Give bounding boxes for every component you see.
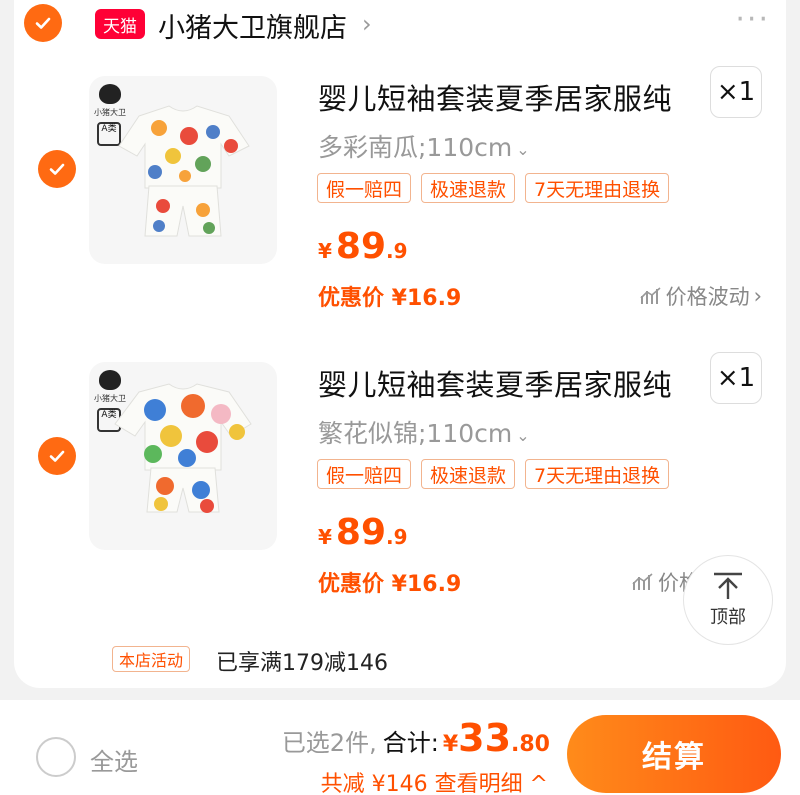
product-title[interactable]: 婴儿短袖套装夏季居家服纯	[318, 362, 672, 404]
product-title[interactable]: 婴儿短袖套装夏季居家服纯	[318, 76, 672, 118]
shop-select-checkbox[interactable]	[24, 4, 62, 42]
quantity-selector[interactable]: ×1	[710, 66, 762, 118]
checkout-button[interactable]: 结算	[567, 715, 781, 793]
service-tag: 假一赔四	[317, 459, 412, 489]
service-tag: 极速退款	[421, 173, 516, 203]
price-integer: 89	[335, 226, 387, 267]
back-to-top-button[interactable]: 顶部	[683, 555, 773, 645]
chevron-right-icon: ›	[753, 284, 762, 308]
discount-details-link[interactable]: 共减 ¥146 查看明细 ^	[321, 766, 548, 795]
promo-price: 优惠价 ¥16.9	[318, 572, 462, 597]
shop-activity-tag: 本店活动	[112, 646, 191, 672]
product-image[interactable]: 小猪大卫 A类	[89, 76, 277, 264]
checkmark-icon	[49, 163, 65, 175]
total-label: 合计:	[382, 729, 439, 757]
total-currency: ¥	[442, 732, 459, 757]
item-select-checkbox[interactable]	[38, 150, 76, 188]
baby-clothes-flower-illustration	[114, 383, 252, 513]
price-trend-icon	[632, 573, 653, 590]
shop-name[interactable]: 小猪大卫旗舰店	[158, 6, 347, 45]
checkmark-icon	[35, 17, 51, 29]
price-trend-icon	[640, 287, 661, 304]
price-trend-label: 价格波动	[665, 285, 750, 309]
back-to-top-label: 顶部	[710, 607, 746, 628]
total-decimal: .80	[511, 732, 550, 757]
sku-text: 繁花似锦;110cm	[318, 419, 513, 448]
shop-arrow-icon[interactable]: ›	[362, 10, 372, 38]
more-options-icon[interactable]: ···	[735, 2, 770, 37]
product-image[interactable]: 小猪大卫 A类	[89, 362, 277, 550]
select-all-label[interactable]: 全选	[90, 742, 138, 777]
price-integer: 89	[335, 512, 387, 553]
price-decimal: .9	[386, 239, 408, 263]
service-tags: 假一赔四 极速退款 7天无理由退换	[317, 459, 670, 489]
item-select-checkbox[interactable]	[38, 437, 76, 475]
price-currency: ¥	[318, 239, 332, 263]
service-tag: 7天无理由退换	[525, 459, 670, 489]
price-currency: ¥	[318, 525, 332, 549]
price-decimal: .9	[386, 525, 408, 549]
baby-clothes-pumpkin-illustration	[118, 105, 250, 237]
selected-count: 已选2件,	[281, 729, 377, 757]
chevron-down-icon: ⌄	[516, 425, 530, 445]
select-all-radio[interactable]	[36, 737, 76, 777]
sku-selector[interactable]: 繁花似锦;110cm ⌄	[318, 414, 530, 450]
service-tag: 7天无理由退换	[525, 173, 670, 203]
total-summary: 已选2件, 合计: ¥ 33 .80	[282, 716, 550, 760]
chevron-down-icon: ⌄	[516, 139, 530, 159]
arrow-up-icon	[714, 572, 742, 599]
checkmark-icon	[49, 450, 65, 462]
shop-activity-text: 已享满179减146	[216, 651, 388, 676]
product-price: ¥89.9	[318, 226, 408, 267]
sku-text: 多彩南瓜;110cm	[318, 133, 513, 162]
promo-price: 优惠价 ¥16.9	[318, 286, 462, 311]
sku-selector[interactable]: 多彩南瓜;110cm ⌄	[318, 128, 530, 164]
product-price: ¥89.9	[318, 512, 408, 553]
total-integer: 33	[458, 716, 512, 760]
quantity-selector[interactable]: ×1	[710, 352, 762, 404]
service-tag: 极速退款	[421, 459, 516, 489]
service-tag: 假一赔四	[317, 173, 412, 203]
tmall-badge: 天猫	[95, 9, 145, 39]
price-trend-link[interactable]: 价格波动 ›	[640, 281, 762, 311]
service-tags: 假一赔四 极速退款 7天无理由退换	[317, 173, 670, 203]
